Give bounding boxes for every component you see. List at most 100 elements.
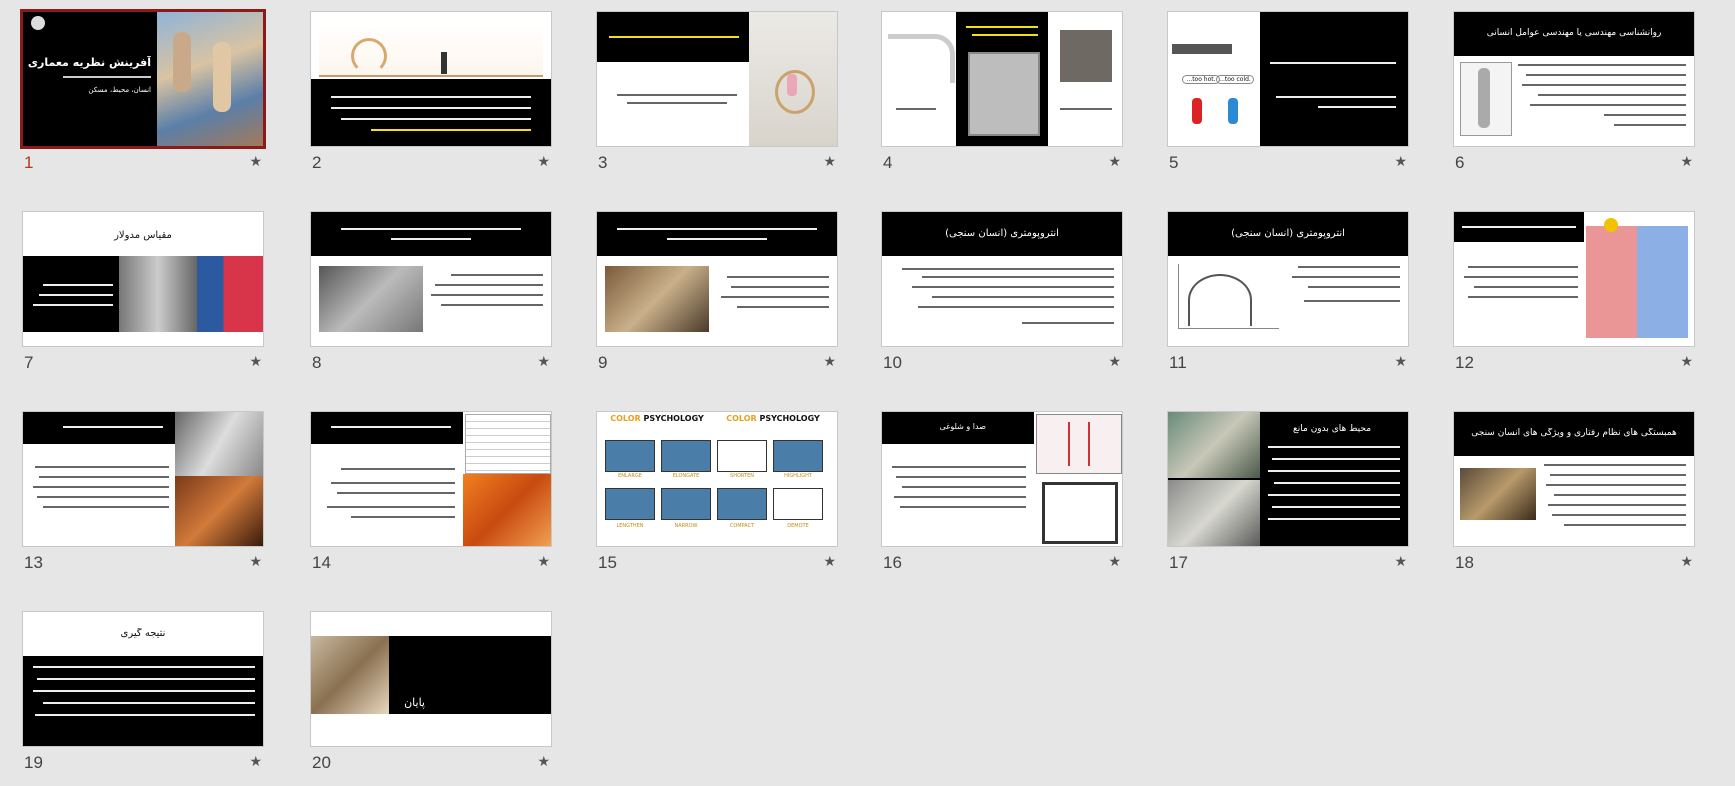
slide-thumbnail-8[interactable]: 8 ★ xyxy=(310,211,552,373)
star-icon[interactable]: ★ xyxy=(537,154,550,170)
slide-title: پایان xyxy=(404,696,425,709)
slide-number: 12 xyxy=(1455,353,1474,372)
slide-interior-photo xyxy=(319,266,423,332)
slide-preview-12[interactable] xyxy=(1453,211,1695,347)
slide-preview-4[interactable] xyxy=(881,11,1123,147)
slide-number: 8 xyxy=(312,353,322,372)
slide-number: 1 xyxy=(24,153,34,172)
label-demote: DEMOTE xyxy=(787,523,809,529)
slide-thumbnail-17[interactable]: محیط های بدون مانع 17 ★ xyxy=(1167,411,1409,573)
star-icon[interactable]: ★ xyxy=(537,754,550,770)
star-icon[interactable]: ★ xyxy=(1108,154,1121,170)
slide-thumbnail-20[interactable]: پایان 20 ★ xyxy=(310,611,552,773)
slide-title: نتیجه گیری xyxy=(120,628,166,639)
color-psychology-heading-right: COLOR PSYCHOLOGY xyxy=(726,414,820,423)
bubble-too-hot: ...too hot. xyxy=(1182,75,1220,84)
star-icon[interactable]: ★ xyxy=(537,354,550,370)
slide-bench-photo xyxy=(1460,468,1536,520)
room-diagram xyxy=(605,488,655,520)
star-icon[interactable]: ★ xyxy=(823,554,836,570)
label-lengthen: LENGTHEN xyxy=(616,523,644,529)
slide-preview-9[interactable] xyxy=(596,211,838,347)
slide-preview-18[interactable]: همبستگی های نظام رفتاری و ویژگی های انسا… xyxy=(1453,411,1695,547)
slide-thumbnail-14[interactable]: 14 ★ xyxy=(310,411,552,573)
star-icon[interactable]: ★ xyxy=(1680,554,1693,570)
slide-thumbnail-5[interactable]: ...too hot. ...too cold. 5 ★ xyxy=(1167,11,1409,173)
star-icon[interactable]: ★ xyxy=(249,354,262,370)
slide-thumbnail-2[interactable]: 2 ★ xyxy=(310,11,552,173)
slide-preview-8[interactable] xyxy=(310,211,552,347)
star-icon[interactable]: ★ xyxy=(1394,554,1407,570)
star-icon[interactable]: ★ xyxy=(1680,354,1693,370)
slide-number: 2 xyxy=(312,153,322,172)
star-icon[interactable]: ★ xyxy=(249,554,262,570)
slide-acoustic-plan xyxy=(1042,482,1118,544)
bubble-too-cold: ...too cold. xyxy=(1216,75,1254,84)
slide-street-photo xyxy=(605,266,709,332)
slide-ac-illustration xyxy=(1172,44,1232,54)
star-icon[interactable]: ★ xyxy=(537,554,550,570)
slide-thumbnail-18[interactable]: همبستگی های نظام رفتاری و ویژگی های انسا… xyxy=(1453,411,1695,573)
slide-thumbnail-3[interactable]: 3 ★ xyxy=(596,11,838,173)
slide-number: 9 xyxy=(598,353,608,372)
slide-number: 13 xyxy=(24,553,43,572)
label-highlight: HIGHLIGHT xyxy=(784,473,812,479)
star-icon[interactable]: ★ xyxy=(823,354,836,370)
star-icon[interactable]: ★ xyxy=(249,754,262,770)
color-psychology-heading-left: COLOR PSYCHOLOGY xyxy=(610,414,704,423)
slide-number: 20 xyxy=(312,753,331,772)
slide-thumbnail-11[interactable]: آنتروپومتری (انسان سنجی) 11 ★ xyxy=(1167,211,1409,373)
slide-thumbnail-15[interactable]: COLOR PSYCHOLOGY COLOR PSYCHOLOGY ENLARG… xyxy=(596,411,838,573)
slide-thumbnail-12[interactable]: 12 ★ xyxy=(1453,211,1695,373)
slide-number: 16 xyxy=(883,553,902,572)
slide-thumbnail-19[interactable]: نتیجه گیری 19 ★ xyxy=(22,611,264,773)
slide-floor-plan xyxy=(968,52,1040,136)
label-enlarge: ENLARGE xyxy=(618,473,642,479)
room-diagram xyxy=(717,440,767,472)
room-diagram xyxy=(605,440,655,472)
slide-preview-19[interactable]: نتیجه گیری xyxy=(22,611,264,747)
slide-thumbnail-6[interactable]: روانشناسی مهندسی یا مهندسی عوامل انسانی … xyxy=(1453,11,1695,173)
slide-number: 15 xyxy=(598,553,617,572)
slide-preview-6[interactable]: روانشناسی مهندسی یا مهندسی عوامل انسانی xyxy=(1453,11,1695,147)
slide-thumbnail-1[interactable]: آفرینش نظریه معماری انسان، محیط، مسکن 1 … xyxy=(20,9,266,173)
slide-thumbnail-16[interactable]: صدا و شلوغی 16 ★ xyxy=(881,411,1123,573)
star-icon[interactable]: ★ xyxy=(1394,154,1407,170)
slide-preview-13[interactable] xyxy=(22,411,264,547)
slide-title: آفرینش نظریه معماری xyxy=(27,56,151,69)
star-icon[interactable]: ★ xyxy=(1394,354,1407,370)
room-diagram xyxy=(661,440,711,472)
slide-preview-17[interactable]: محیط های بدون مانع xyxy=(1167,411,1409,547)
slide-preview-1[interactable]: آفرینش نظریه معماری انسان، محیط، مسکن xyxy=(20,9,266,149)
slide-thumbnail-13[interactable]: 13 ★ xyxy=(22,411,264,573)
slide-preview-5[interactable]: ...too hot. ...too cold. xyxy=(1167,11,1409,147)
slide-color-table xyxy=(465,414,551,474)
slide-number: 3 xyxy=(598,153,608,172)
slide-preview-7[interactable]: مقیاس مدولار xyxy=(22,211,264,347)
slide-preview-16[interactable]: صدا و شلوغی xyxy=(881,411,1123,547)
slide-number: 10 xyxy=(883,353,902,372)
slide-preview-2[interactable] xyxy=(310,11,552,147)
star-icon[interactable]: ★ xyxy=(1680,154,1693,170)
slide-preview-3[interactable] xyxy=(596,11,838,147)
slide-title: روانشناسی مهندسی یا مهندسی عوامل انسانی xyxy=(1486,28,1662,38)
star-icon[interactable]: ★ xyxy=(1108,554,1121,570)
star-icon[interactable]: ★ xyxy=(823,154,836,170)
slide-number: 14 xyxy=(312,553,331,572)
slide-preview-10[interactable]: آنتروپومتری (انسان سنجی) xyxy=(881,211,1123,347)
label-compact: COMPACT xyxy=(729,523,755,529)
slide-thumbnail-9[interactable]: 9 ★ xyxy=(596,211,838,373)
slide-thumbnail-7[interactable]: مقیاس مدولار 7 ★ xyxy=(22,211,264,373)
slide-thumbnail-10[interactable]: آنتروپومتری (انسان سنجی) 10 ★ xyxy=(881,211,1123,373)
slide-thumbnail-4[interactable]: 4 ★ xyxy=(881,11,1123,173)
slide-preview-15[interactable]: COLOR PSYCHOLOGY COLOR PSYCHOLOGY ENLARG… xyxy=(596,411,838,547)
star-icon[interactable]: ★ xyxy=(1108,354,1121,370)
slide-number: 7 xyxy=(24,353,34,372)
slide-preview-11[interactable]: آنتروپومتری (انسان سنجی) xyxy=(1167,211,1409,347)
slide-preview-14[interactable] xyxy=(310,411,552,547)
star-icon[interactable]: ★ xyxy=(249,154,262,170)
slide-preview-20[interactable]: پایان xyxy=(310,611,552,747)
slide-wheelchair-photo-top xyxy=(1168,412,1260,478)
label-elongate: ELONGATE xyxy=(672,473,700,479)
slide-title: مقیاس مدولار xyxy=(114,230,172,241)
